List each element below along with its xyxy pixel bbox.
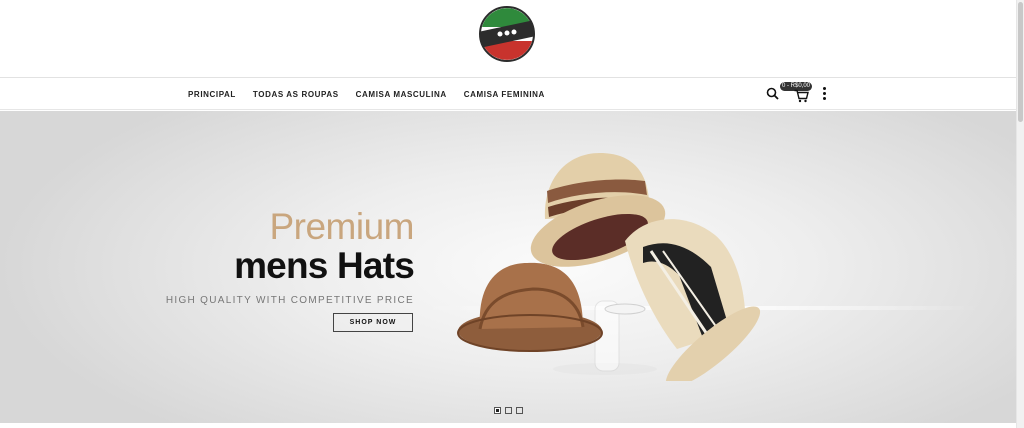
slider-dots: [494, 407, 527, 414]
hero-text-block: Premium mens Hats HIGH QUALITY WITH COMP…: [150, 206, 415, 307]
nav-item-principal[interactable]: PRINCIPAL: [188, 90, 236, 99]
more-vertical-icon[interactable]: [823, 87, 827, 101]
hats-product-image: [457, 153, 761, 381]
slider-dot-3[interactable]: [516, 407, 523, 414]
brand-logo[interactable]: [478, 5, 536, 63]
main-navigation: PRINCIPAL TODAS AS ROUPAS CAMISA MASCULI…: [0, 78, 1016, 110]
cart-icon: [794, 89, 809, 103]
dot-icon: [823, 87, 826, 90]
slider-dot-1[interactable]: [494, 407, 501, 414]
nav-icons: 0 - R$0,00: [764, 78, 836, 110]
nav-item-todas-as-roupas[interactable]: TODAS AS ROUPAS: [253, 90, 339, 99]
nav-links: PRINCIPAL TODAS AS ROUPAS CAMISA MASCULI…: [188, 78, 562, 110]
dot-icon: [823, 92, 826, 95]
page: PRINCIPAL TODAS AS ROUPAS CAMISA MASCULI…: [0, 0, 1024, 428]
page-scrollbar[interactable]: [1016, 0, 1024, 428]
scrollbar-thumb[interactable]: [1018, 2, 1023, 122]
hero-subtitle: HIGH QUALITY WITH COMPETITIVE PRICE: [165, 295, 414, 306]
search-icon[interactable]: [766, 87, 779, 100]
hero-headline-premium: Premium: [269, 206, 414, 247]
cart-button[interactable]: 0 - R$0,00: [780, 82, 814, 104]
dot-icon: [823, 97, 826, 100]
header-logo-bar: [0, 0, 1016, 78]
hero-slider: Premium mens Hats HIGH QUALITY WITH COMP…: [0, 111, 1016, 423]
nav-item-camisa-masculina[interactable]: CAMISA MASCULINA: [356, 90, 447, 99]
hero-headline-mens-hats: mens Hats: [234, 245, 415, 286]
slider-dot-2[interactable]: [505, 407, 512, 414]
nav-item-camisa-feminina[interactable]: CAMISA FEMININA: [464, 90, 545, 99]
shop-now-button[interactable]: SHOP NOW: [333, 313, 413, 332]
